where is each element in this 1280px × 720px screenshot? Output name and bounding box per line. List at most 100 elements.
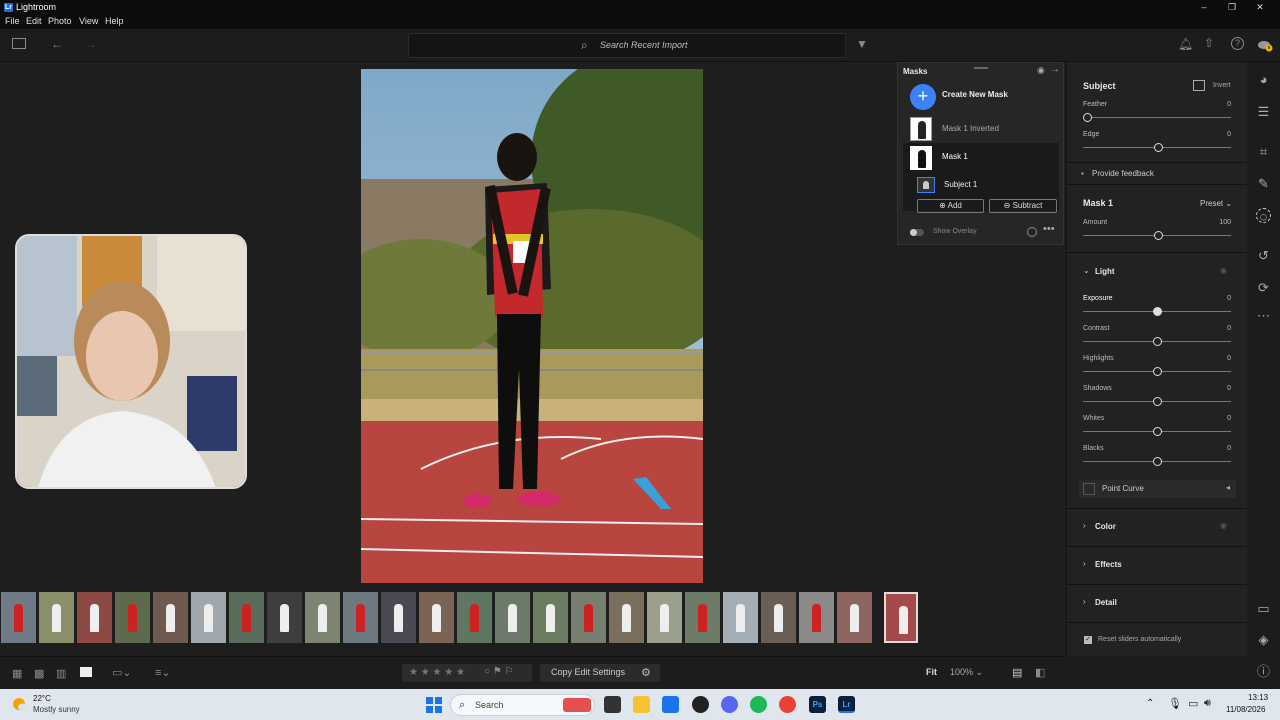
feather-slider[interactable] [1083, 117, 1231, 118]
whites-knob[interactable] [1152, 427, 1162, 436]
search-input[interactable]: Search Recent Import [600, 40, 688, 50]
fit-button[interactable]: Fit [926, 667, 937, 677]
create-mask-label[interactable]: Create New Mask [942, 90, 1008, 99]
clock-date[interactable]: 11/08/2026 [1226, 705, 1265, 714]
taskbar-search-box[interactable]: ⌕ Search [450, 694, 595, 716]
menu-photo[interactable]: Photo [48, 16, 72, 26]
history-icon[interactable]: ↺ [1256, 248, 1271, 263]
invert-label[interactable]: Invert [1213, 82, 1231, 89]
overlay-toggle[interactable] [910, 229, 924, 236]
filmstrip-thumbnail[interactable] [723, 592, 758, 643]
shadows-knob[interactable] [1152, 397, 1162, 406]
more-icon[interactable]: ⋯ [1256, 308, 1271, 323]
filmstrip-thumbnail[interactable] [1, 592, 36, 643]
filmstrip-thumbnail[interactable] [267, 592, 302, 643]
point-curve-row[interactable]: Point Curve ◂ [1079, 480, 1236, 498]
outlook-icon[interactable] [662, 696, 679, 713]
feather-knob[interactable] [1083, 113, 1092, 122]
volume-icon[interactable]: 🔊︎ [1204, 697, 1211, 710]
amount-knob[interactable] [1154, 231, 1163, 240]
filmstrip-thumbnail[interactable] [115, 592, 150, 643]
detail-section-title[interactable]: Detail [1095, 598, 1117, 607]
filmstrip-thumbnail[interactable] [495, 592, 530, 643]
star-rating[interactable]: ★ ★ ★ ★ ★ [409, 667, 465, 678]
filmstrip-thumbnail[interactable] [457, 592, 492, 643]
back-arrow-icon[interactable]: ← [51, 37, 63, 51]
filmstrip-thumbnail[interactable] [533, 592, 568, 643]
photoshop-icon[interactable]: Ps [809, 696, 826, 713]
flag-icon[interactable]: ○ ⚑ ⚐ [484, 666, 514, 677]
effects-section-title[interactable]: Effects [1095, 560, 1122, 569]
compare-view-icon[interactable]: ▥ [56, 667, 66, 681]
help-icon[interactable]: ? [1231, 37, 1244, 50]
share-icon[interactable]: ⇧ [1204, 36, 1214, 50]
mask-item-inverted[interactable]: Mask 1 Inverted [906, 115, 1056, 141]
versions-icon[interactable]: ⟳ [1256, 280, 1271, 295]
menu-help[interactable]: Help [105, 16, 124, 26]
exposure-knob[interactable] [1152, 307, 1162, 316]
create-mask-button[interactable]: + [910, 84, 936, 110]
subtract-button[interactable]: ⊖ Subtract [989, 199, 1057, 213]
before-after-icon[interactable]: ◧ [1035, 666, 1045, 680]
panel-toggle-icon[interactable] [12, 38, 26, 49]
masking-icon[interactable]: ◌ [1256, 208, 1271, 224]
maximize-button[interactable]: ❐ [1222, 1, 1242, 13]
weather-desc[interactable]: Mostly sunny [33, 705, 80, 714]
windows-start-icon[interactable] [426, 697, 442, 713]
spotify-icon[interactable] [750, 696, 767, 713]
color-visibility-icon[interactable]: ◉ [1220, 521, 1227, 530]
grid-large-icon[interactable]: ▩ [34, 667, 44, 681]
mask-item-mask1[interactable]: Mask 1 [903, 143, 1059, 176]
eye-icon[interactable]: ◉ [1037, 65, 1045, 76]
slideshow-icon[interactable]: ▭⌄ [112, 666, 132, 680]
blacks-knob[interactable] [1152, 457, 1162, 466]
search-bar[interactable]: ⌕ Search Recent Import [408, 33, 846, 58]
color-section-title[interactable]: Color [1095, 522, 1116, 531]
reset-checkbox[interactable]: ✓ [1084, 636, 1092, 644]
file-explorer-icon[interactable] [633, 696, 650, 713]
overlay-color-icon[interactable] [1027, 227, 1037, 237]
microphone-icon[interactable]: 🎙︎ [1168, 697, 1182, 710]
filmstrip-thumbnail[interactable] [647, 592, 682, 643]
effects-chevron-icon[interactable]: › [1083, 559, 1086, 568]
filmstrip-thumbnail[interactable] [884, 592, 918, 643]
filter-icon[interactable]: ▼ [856, 37, 868, 51]
healing-icon[interactable]: ✎ [1256, 176, 1271, 191]
light-visibility-icon[interactable]: ◉ [1220, 266, 1227, 275]
filmstrip-thumbnail[interactable] [837, 592, 872, 643]
filmstrip-thumbnail[interactable] [419, 592, 454, 643]
cloud-sync-icon[interactable] [1257, 38, 1273, 52]
weather-icon[interactable] [12, 697, 28, 711]
tray-chevron-icon[interactable]: ⌃ [1146, 698, 1154, 709]
menu-edit[interactable]: Edit [26, 16, 42, 26]
lightroom-taskbar-icon[interactable]: Lr [838, 696, 855, 713]
filmstrip-thumbnail[interactable] [685, 592, 720, 643]
filmstrip-thumbnail[interactable] [799, 592, 834, 643]
minimize-button[interactable]: – [1194, 1, 1214, 13]
weather-temp[interactable]: 22°C [33, 694, 51, 703]
collapse-arrow-icon[interactable]: → [1050, 64, 1060, 75]
highlights-knob[interactable] [1152, 367, 1162, 376]
grid-small-icon[interactable]: ▦ [12, 667, 22, 681]
network-icon[interactable]: ▭ [1188, 697, 1198, 710]
discord-icon[interactable] [721, 696, 738, 713]
menu-file[interactable]: File [5, 16, 20, 26]
chrome-icon[interactable] [779, 696, 796, 713]
filmstrip-thumbnail[interactable] [609, 592, 644, 643]
light-section-title[interactable]: Light [1095, 267, 1115, 276]
filmstrip-thumbnail[interactable] [229, 592, 264, 643]
gear-icon[interactable]: ⚙ [641, 666, 651, 679]
filmstrip-thumbnail[interactable] [381, 592, 416, 643]
drag-handle[interactable] [974, 67, 988, 69]
filmstrip-thumbnail[interactable] [761, 592, 796, 643]
edit-sliders-icon[interactable]: ☰ [1256, 104, 1271, 119]
close-button[interactable]: ✕ [1250, 1, 1270, 13]
add-button[interactable]: ⊕ Add [917, 199, 984, 213]
filmstrip-thumbnail[interactable] [77, 592, 112, 643]
edge-knob[interactable] [1154, 143, 1163, 152]
github-icon[interactable] [692, 696, 709, 713]
detail-chevron-icon[interactable]: › [1083, 597, 1086, 606]
forward-arrow-icon[interactable]: → [85, 37, 97, 51]
info-icon[interactable]: ⓘ [1256, 664, 1271, 679]
comments-icon[interactable]: ▭ [1256, 601, 1271, 616]
